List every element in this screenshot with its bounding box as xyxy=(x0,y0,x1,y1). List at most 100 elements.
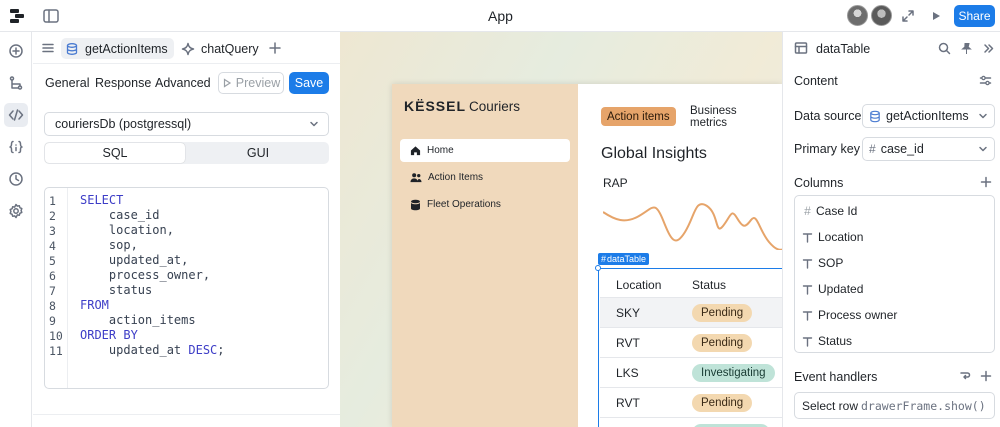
code-line: updated_at, xyxy=(80,253,189,267)
resize-handle[interactable] xyxy=(595,265,601,271)
event-name: Select row xyxy=(802,399,859,413)
column-item[interactable]: Status xyxy=(801,330,852,352)
resource-value: couriersDb (postgressql) xyxy=(55,117,192,131)
column-item[interactable]: Location xyxy=(801,226,863,248)
save-button[interactable]: Save xyxy=(289,72,329,94)
sliders-icon[interactable] xyxy=(979,74,992,87)
tab-getactionitems[interactable]: getActionItems xyxy=(61,38,174,59)
primary-key-select[interactable]: # case_id xyxy=(862,137,995,161)
avatar[interactable] xyxy=(847,5,868,26)
data-source-select[interactable]: getActionItems xyxy=(862,104,995,128)
subtab-response[interactable]: Response xyxy=(95,76,151,90)
table-row[interactable] xyxy=(600,418,782,427)
content-section-label: Content xyxy=(794,74,838,88)
code-line: SELECT xyxy=(80,193,124,207)
column-item[interactable]: SOP xyxy=(801,252,843,274)
code-line: location, xyxy=(80,223,174,237)
app-preview-frame: KËSSEL Couriers Home Action Items Fleet … xyxy=(392,84,782,427)
gui-mode-button[interactable]: GUI xyxy=(187,142,329,164)
event-handlers-label: Event handlers xyxy=(794,370,878,384)
data-source-value: getActionItems xyxy=(886,109,969,123)
collapse-icon[interactable] xyxy=(982,42,995,55)
code-line: status xyxy=(80,283,153,297)
add-tab-icon[interactable] xyxy=(268,41,282,55)
nav-item-action-items[interactable]: Action Items xyxy=(400,166,570,189)
retool-logo[interactable] xyxy=(8,7,26,25)
resource-select[interactable]: couriersDb (postgressql) xyxy=(44,112,329,136)
code-line: process_owner, xyxy=(80,268,211,282)
line-number: 2 xyxy=(49,209,56,223)
table-row[interactable]: RVT Pending xyxy=(600,328,782,358)
line-number: 9 xyxy=(49,314,56,328)
branch-icon[interactable] xyxy=(4,71,28,95)
search-icon[interactable] xyxy=(938,42,951,55)
column-label: Case Id xyxy=(816,204,858,218)
tab-action-items[interactable]: Action items xyxy=(601,107,676,126)
code-icon[interactable] xyxy=(4,103,28,127)
selection-tag-label: dataTable xyxy=(607,254,647,264)
tab-chatquery[interactable]: chatQuery xyxy=(177,38,265,59)
columns-section-label: Columns xyxy=(794,176,844,190)
variables-icon[interactable] xyxy=(4,135,28,159)
add-column-icon[interactable] xyxy=(980,176,992,188)
tab-business-metrics[interactable]: Business metrics xyxy=(684,105,782,129)
hash-icon: # xyxy=(869,142,876,156)
subtab-general[interactable]: General xyxy=(45,76,89,90)
hamburger-icon[interactable] xyxy=(41,41,55,55)
tab-label: getActionItems xyxy=(85,41,168,56)
component-name[interactable]: dataTable xyxy=(816,42,870,56)
pin-icon[interactable] xyxy=(960,42,973,55)
event-handler-row[interactable]: Select row drawerFrame.show() xyxy=(794,392,995,419)
code-line: updated_at DESC; xyxy=(80,343,225,357)
table-row[interactable]: LKS Investigating xyxy=(600,358,782,388)
text-icon xyxy=(802,284,813,295)
chevron-down-icon xyxy=(310,121,318,127)
add-event-icon[interactable] xyxy=(980,370,992,382)
cell-location: RVT xyxy=(616,336,640,350)
nav-label: Fleet Operations xyxy=(427,199,501,210)
cell-location: RVT xyxy=(616,396,640,410)
sidebar-toggle-icon[interactable] xyxy=(42,7,60,25)
line-number: 3 xyxy=(49,224,56,238)
settings-icon[interactable] xyxy=(4,199,28,223)
primary-key-label: Primary key xyxy=(794,142,860,156)
chart-label: RAP xyxy=(603,176,628,190)
nav-item-fleet-operations[interactable]: Fleet Operations xyxy=(400,193,570,216)
column-label: Status xyxy=(818,334,853,348)
preview-button[interactable]: Preview xyxy=(218,72,284,94)
column-item[interactable]: Updated xyxy=(801,278,863,300)
app-canvas: KËSSEL Couriers Home Action Items Fleet … xyxy=(340,32,782,427)
play-icon xyxy=(223,78,231,88)
hash-icon: # xyxy=(601,254,607,264)
history-icon[interactable] xyxy=(4,167,28,191)
line-number: 10 xyxy=(49,329,63,343)
wrap-icon[interactable] xyxy=(959,370,971,382)
sql-mode-button[interactable]: SQL xyxy=(45,143,185,163)
line-number: 7 xyxy=(49,284,56,298)
column-item[interactable]: # Case Id xyxy=(801,200,857,222)
section-heading: Global Insights xyxy=(601,145,707,162)
brand-name: Couriers xyxy=(469,99,521,114)
avatar[interactable] xyxy=(871,5,892,26)
add-icon[interactable] xyxy=(4,39,28,63)
brand-logo: KËSSEL xyxy=(404,98,467,114)
status-badge: Pending xyxy=(692,304,753,322)
play-icon[interactable] xyxy=(929,9,943,23)
code-line: ORDER BY xyxy=(80,328,138,342)
table-row[interactable]: SKY Pending xyxy=(600,298,782,328)
text-icon xyxy=(802,232,813,243)
nav-item-home[interactable]: Home xyxy=(400,139,570,162)
table-row[interactable]: RVT Pending xyxy=(600,388,782,418)
status-badge: Pending xyxy=(692,394,753,412)
sql-code-editor[interactable]: 1 2 3 4 5 6 7 8 9 10 11 SELECT case_id location, s… xyxy=(44,187,329,389)
column-item[interactable]: Process owner xyxy=(801,304,897,326)
panel-divider xyxy=(33,414,340,415)
subtab-advanced[interactable]: Advanced xyxy=(155,76,211,90)
column-header-location[interactable]: Location xyxy=(616,278,661,292)
line-number: 6 xyxy=(49,269,56,283)
nav-label: Action Items xyxy=(428,172,484,183)
home-icon xyxy=(410,146,421,156)
expand-icon[interactable] xyxy=(900,8,916,24)
share-button[interactable]: Share xyxy=(954,5,995,27)
column-header-status[interactable]: Status xyxy=(692,278,726,292)
